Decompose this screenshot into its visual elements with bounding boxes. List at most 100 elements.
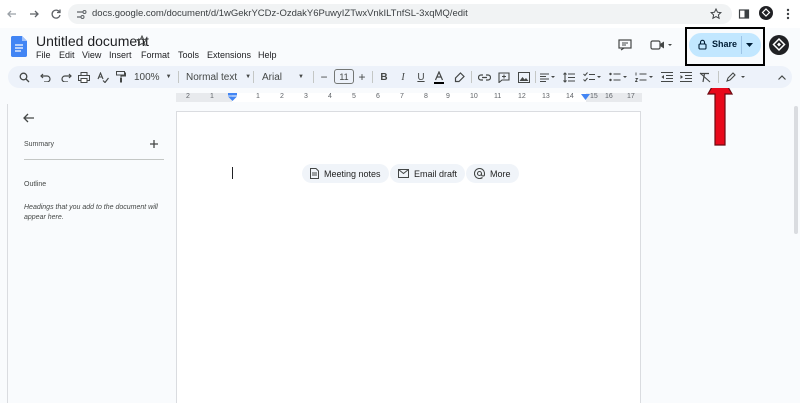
ruler-left-margin bbox=[176, 93, 232, 102]
menu-tools[interactable]: Tools bbox=[178, 50, 199, 60]
back-icon[interactable] bbox=[4, 6, 20, 22]
more-label: More bbox=[490, 168, 511, 179]
toolbar-divider bbox=[253, 71, 254, 83]
site-info-icon[interactable] bbox=[76, 9, 87, 20]
ruler-number: 15 bbox=[590, 93, 598, 100]
close-outline-back-icon[interactable] bbox=[23, 113, 35, 123]
toolbar-divider bbox=[718, 71, 719, 83]
menu-view[interactable]: View bbox=[82, 50, 101, 60]
more-chip[interactable]: More bbox=[466, 164, 519, 183]
ruler-number: 1 bbox=[210, 93, 214, 100]
sidebar-divider bbox=[24, 159, 164, 160]
ruler-number: 17 bbox=[627, 93, 635, 100]
menu-file[interactable]: File bbox=[36, 50, 51, 60]
menu-help[interactable]: Help bbox=[258, 50, 277, 60]
checklist-icon[interactable] bbox=[582, 70, 602, 84]
ruler-number: 13 bbox=[542, 93, 550, 100]
toolbar-divider bbox=[535, 71, 536, 83]
paint-format-icon[interactable] bbox=[114, 70, 128, 84]
decrease-indent-icon[interactable] bbox=[660, 70, 674, 84]
hide-menus-icon[interactable] bbox=[777, 70, 787, 84]
font-select[interactable]: Arial ▼ bbox=[262, 70, 310, 84]
outline-heading: Outline bbox=[24, 181, 47, 188]
style-chevron-icon: ▼ bbox=[245, 74, 252, 80]
style-value: Normal text bbox=[186, 71, 238, 83]
spellcheck-icon[interactable] bbox=[96, 70, 110, 84]
editing-mode-icon[interactable] bbox=[725, 70, 747, 84]
text-cursor bbox=[232, 167, 233, 179]
ruler-number: 3 bbox=[304, 93, 308, 100]
menu-extensions[interactable]: Extensions bbox=[207, 50, 251, 60]
vertical-ruler-track bbox=[2, 104, 8, 403]
ruler-number: 11 bbox=[494, 93, 502, 100]
docs-logo-icon[interactable] bbox=[11, 36, 27, 57]
search-menus-icon[interactable] bbox=[17, 70, 31, 84]
underline-icon[interactable]: U bbox=[415, 70, 427, 84]
email-draft-chip[interactable]: Email draft bbox=[390, 164, 466, 183]
clear-formatting-icon[interactable] bbox=[698, 70, 712, 84]
url-text: docs.google.com/document/d/1wGekrYCDz-Oz… bbox=[92, 8, 468, 19]
document-title[interactable]: Untitled document bbox=[36, 33, 149, 49]
toolbar-divider bbox=[313, 71, 314, 83]
ruler-number: 10 bbox=[470, 93, 478, 100]
decrease-font-size-icon[interactable]: − bbox=[319, 70, 329, 84]
document-page[interactable] bbox=[176, 111, 641, 403]
right-indent-marker[interactable] bbox=[581, 94, 590, 100]
comment-history-icon[interactable] bbox=[618, 39, 632, 51]
italic-icon[interactable]: I bbox=[397, 70, 409, 84]
ruler-number: 12 bbox=[518, 93, 526, 100]
ruler-number: 8 bbox=[424, 93, 428, 100]
redo-icon[interactable] bbox=[59, 70, 73, 84]
profile-avatar[interactable] bbox=[759, 6, 773, 20]
ruler-number: 5 bbox=[352, 93, 356, 100]
bookmark-star-icon[interactable] bbox=[708, 6, 724, 22]
line-spacing-icon[interactable] bbox=[562, 70, 576, 84]
menu-insert[interactable]: Insert bbox=[109, 50, 132, 60]
highlight-color-icon[interactable] bbox=[453, 70, 465, 84]
undo-icon[interactable] bbox=[38, 70, 52, 84]
bold-icon[interactable]: B bbox=[378, 70, 390, 84]
forward-icon[interactable] bbox=[26, 6, 42, 22]
scrollbar-thumb[interactable] bbox=[794, 106, 798, 234]
font-size-input[interactable]: 11 bbox=[334, 69, 354, 84]
style-select[interactable]: Normal text ▼ bbox=[186, 70, 252, 84]
side-panel-icon[interactable] bbox=[736, 6, 752, 22]
summary-heading: Summary bbox=[24, 141, 54, 148]
bulleted-list-icon[interactable] bbox=[608, 70, 628, 84]
increase-font-size-icon[interactable]: + bbox=[357, 70, 367, 84]
meeting-notes-chip[interactable]: Meeting notes bbox=[302, 164, 389, 183]
zoom-value: 100% bbox=[134, 71, 160, 83]
ruler-number: 14 bbox=[566, 93, 574, 100]
ruler-number: 16 bbox=[605, 93, 613, 100]
font-chevron-icon: ▼ bbox=[298, 74, 304, 80]
insert-image-icon[interactable] bbox=[517, 70, 531, 84]
outline-hint-text: Headings that you add to the document wi… bbox=[24, 204, 158, 221]
align-icon[interactable] bbox=[539, 70, 557, 84]
meet-video-icon[interactable] bbox=[650, 40, 672, 50]
ruler-number: 6 bbox=[376, 93, 380, 100]
ruler-number: 7 bbox=[400, 93, 404, 100]
add-comment-icon[interactable] bbox=[497, 70, 511, 84]
ruler-number: 1 bbox=[256, 93, 260, 100]
menu-edit[interactable]: Edit bbox=[59, 50, 75, 60]
increase-indent-icon[interactable] bbox=[679, 70, 693, 84]
at-sign-icon bbox=[474, 168, 485, 179]
ruler-number: 9 bbox=[446, 93, 450, 100]
print-icon[interactable] bbox=[77, 70, 91, 84]
browser-menu-icon[interactable] bbox=[780, 6, 796, 22]
menu-format[interactable]: Format bbox=[141, 50, 170, 60]
share-highlight-box bbox=[685, 27, 765, 66]
left-indent-marker[interactable] bbox=[228, 93, 237, 101]
add-summary-icon[interactable] bbox=[150, 140, 158, 148]
numbered-list-icon[interactable] bbox=[634, 70, 654, 84]
ruler-number: 2 bbox=[186, 93, 190, 100]
email-icon bbox=[398, 169, 409, 178]
star-icon[interactable] bbox=[136, 35, 148, 47]
text-color-icon[interactable] bbox=[433, 70, 445, 84]
zoom-select[interactable]: 100% ▼ bbox=[134, 70, 172, 84]
account-avatar[interactable] bbox=[769, 35, 789, 55]
zoom-chevron-icon: ▼ bbox=[165, 74, 172, 80]
reload-icon[interactable] bbox=[48, 6, 64, 22]
insert-link-icon[interactable] bbox=[477, 70, 491, 84]
toolbar-divider bbox=[372, 71, 373, 83]
